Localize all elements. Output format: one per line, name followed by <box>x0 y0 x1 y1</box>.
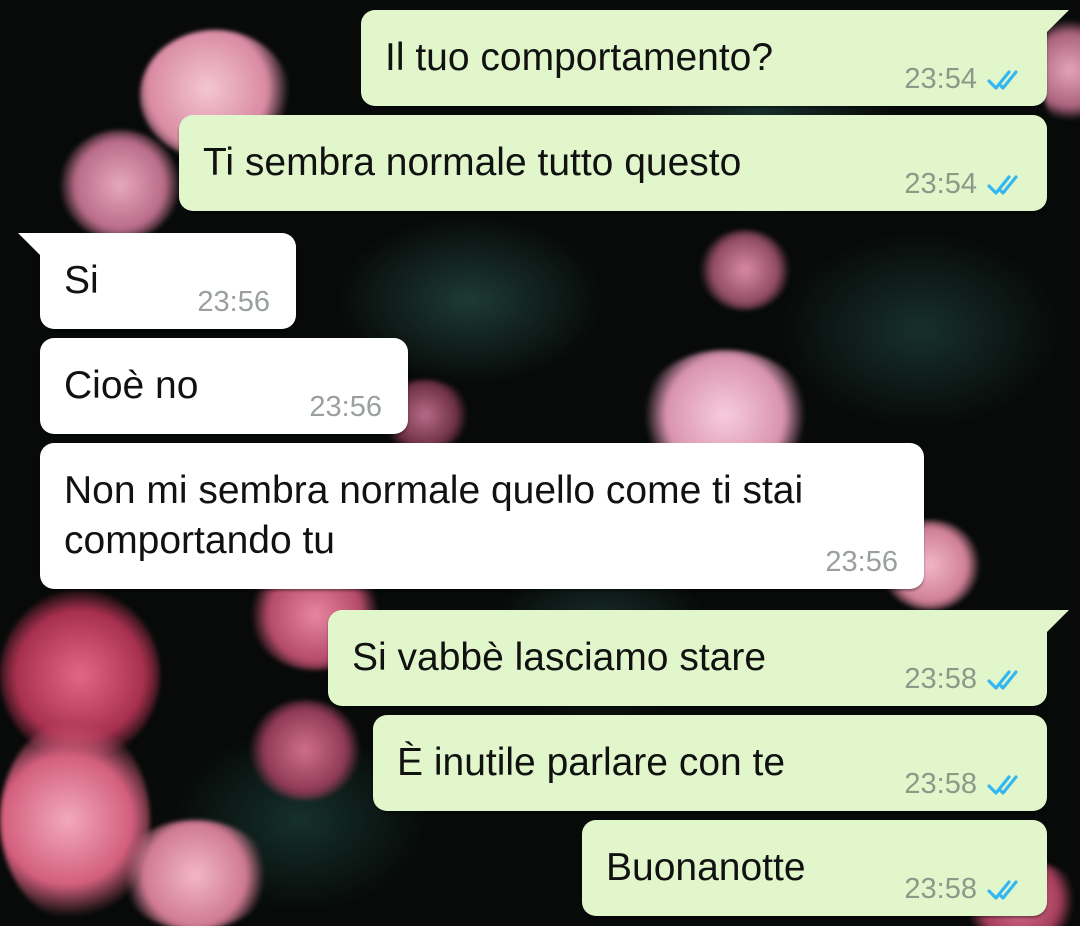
bubble-tail <box>1047 10 1069 32</box>
message-meta: 23:56 <box>309 391 382 424</box>
message-time: 23:58 <box>904 873 977 905</box>
message-time: 23:56 <box>309 391 382 423</box>
message-text: È inutile parlare con te <box>397 741 786 784</box>
message-meta: 23:54 <box>904 63 1027 96</box>
message-meta: 23:58 <box>904 768 1027 801</box>
message-bubble-incoming[interactable]: Cioè no 23:56 <box>40 338 408 434</box>
message-text-line: comportando tu <box>64 519 336 562</box>
message-meta: 23:54 <box>904 168 1027 201</box>
message-text: Il tuo comportamento? <box>385 36 774 79</box>
message-time: 23:58 <box>904 663 977 695</box>
message-bubble-outgoing[interactable]: Si vabbè lasciamo stare 23:58 <box>328 610 1069 706</box>
message-text: Ti sembra normale tutto questo <box>203 141 742 184</box>
message-bubble-incoming[interactable]: Non mi sembra normale quello come ti sta… <box>40 443 924 589</box>
message-meta: 23:56 <box>825 546 898 579</box>
bubble-tail <box>18 233 40 255</box>
read-double-check-icon <box>987 879 1018 900</box>
read-double-check-icon <box>987 774 1018 795</box>
message-bubble-incoming[interactable]: Si 23:56 <box>18 233 296 329</box>
message-text: Buonanotte <box>606 846 806 889</box>
read-double-check-icon <box>987 174 1018 195</box>
message-bubble-outgoing[interactable]: Il tuo comportamento? 23:54 <box>361 10 1069 106</box>
message-meta: 23:58 <box>904 873 1027 906</box>
message-text: Si <box>64 259 99 302</box>
message-text: Cioè no <box>64 364 199 407</box>
read-double-check-icon <box>987 669 1018 690</box>
message-meta: 23:58 <box>904 663 1027 696</box>
message-bubble-outgoing[interactable]: Buonanotte 23:58 <box>582 820 1047 916</box>
message-time: 23:56 <box>197 286 270 318</box>
bubble-tail <box>1047 610 1069 632</box>
message-meta: 23:56 <box>197 286 270 319</box>
message-time: 23:56 <box>825 546 898 578</box>
message-text: Si vabbè lasciamo stare <box>352 636 767 679</box>
message-bubble-outgoing[interactable]: È inutile parlare con te 23:58 <box>373 715 1047 811</box>
message-time: 23:58 <box>904 768 977 800</box>
message-text-line: Non mi sembra normale quello come ti sta… <box>64 469 804 512</box>
message-time: 23:54 <box>904 168 977 200</box>
message-bubble-outgoing[interactable]: Ti sembra normale tutto questo 23:54 <box>179 115 1047 211</box>
message-time: 23:54 <box>904 63 977 95</box>
read-double-check-icon <box>987 69 1018 90</box>
